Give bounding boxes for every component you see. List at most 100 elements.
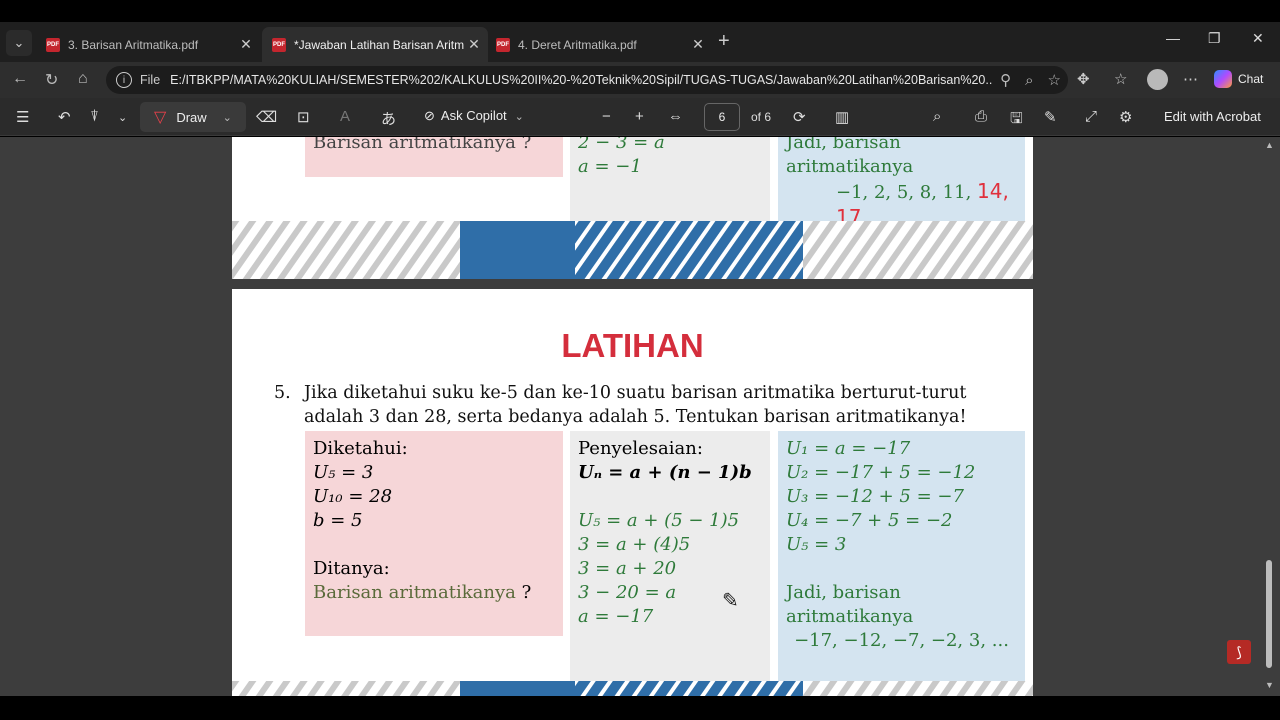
chevron-down-icon[interactable]: ⌄ (223, 111, 232, 124)
prev-solution-line: 2 − 3 = a (578, 137, 665, 153)
question-number: 5. (274, 383, 291, 403)
formula: Uₙ = a + (n − 1)b (578, 462, 752, 483)
minimize-icon[interactable]: — (1166, 30, 1180, 46)
ask-copilot-button[interactable]: ⊘ Ask Copilot ⌄ (424, 108, 524, 124)
sequence-answer: −17, −12, −7, −2, 3, ... (794, 630, 1009, 651)
translate-icon[interactable]: あ (381, 108, 396, 129)
page-view-icon[interactable]: ▥ (835, 108, 849, 126)
back-icon[interactable]: ← (12, 70, 28, 88)
decorative-stripe-band (232, 681, 1033, 696)
undo-icon[interactable]: ↶ (58, 108, 71, 126)
home-icon[interactable]: ⌂ (78, 70, 88, 88)
scrollbar-thumb[interactable] (1266, 560, 1272, 668)
profile-avatar[interactable] (1147, 69, 1168, 90)
asked-mark: ? (521, 582, 532, 603)
result-line: U₂ = −17 + 5 = −12 (786, 462, 976, 483)
prev-result-box: Jadi, barisan aritmatikanya −1, 2, 5, 8,… (778, 137, 1025, 229)
copilot-icon (1214, 70, 1232, 88)
print-icon[interactable]: ⎙ (975, 108, 987, 125)
tab-deret-aritmatika[interactable]: PDF 4. Deret Aritmatika.pdf ✕ (486, 27, 712, 62)
tab-barisan-aritmatika[interactable]: PDF 3. Barisan Aritmatika.pdf ✕ (36, 27, 260, 62)
file-scheme-label: File (140, 73, 161, 87)
favorites-icon[interactable]: ☆ (1114, 70, 1127, 88)
window-close-icon[interactable]: ✕ (1252, 30, 1264, 47)
read-aloud-icon[interactable]: ⚲ (1000, 71, 1011, 89)
known-line: b = 5 (313, 510, 363, 531)
zoom-icon[interactable]: ⌕ (1025, 72, 1033, 89)
conclusion: Jadi, barisan aritmatikanya (786, 582, 914, 627)
solution-line: 3 = a + (4)5 (578, 534, 691, 555)
question-text: Jika diketahui suku ke-5 dan ke-10 suatu… (304, 383, 967, 427)
close-icon[interactable]: ✕ (236, 36, 256, 53)
prev-sequence: −1, 2, 5, 8, 11, (836, 182, 972, 203)
settings-gear-icon[interactable]: ⚙ (1119, 108, 1132, 126)
zoom-out-icon[interactable]: − (602, 108, 611, 125)
prev-conclusion: Jadi, barisan aritmatikanya (786, 137, 914, 177)
chat-label: Chat (1238, 72, 1264, 86)
asked-text: Barisan aritmatikanya (313, 582, 516, 603)
zoom-in-icon[interactable]: + (635, 108, 644, 125)
tab-jawaban-latihan[interactable]: PDF *Jawaban Latihan Barisan Aritmatik ✕ (262, 27, 488, 62)
save-as-icon[interactable]: ✎ (1044, 108, 1057, 126)
extensions-icon[interactable]: ✥ (1077, 70, 1090, 88)
draw-button[interactable]: ▽ Draw ⌄ (140, 102, 246, 132)
pdf-icon: PDF (46, 37, 60, 52)
pdf-page-current: LATIHAN 5. Jika diketahui suku ke-5 dan … (232, 289, 1033, 696)
tab-actions-menu-icon[interactable]: ⌄ (6, 30, 32, 56)
pen-icon: ▽ (154, 109, 167, 126)
known-line: U₅ = 3 (313, 462, 374, 483)
more-menu-icon[interactable]: ⋯ (1183, 70, 1198, 88)
restore-icon[interactable]: ❐ (1208, 30, 1221, 47)
address-bar-row: ← ↻ ⌂ i File E:/ITBKPP/MATA%20KULIAH/SEM… (0, 62, 1280, 98)
pdf-icon: PDF (496, 37, 510, 52)
page-title: LATIHAN (561, 327, 704, 364)
search-icon[interactable]: ⌕ (933, 108, 941, 125)
tab-label: 4. Deret Aritmatika.pdf (518, 37, 637, 52)
copilot-chat-button[interactable]: Chat (1214, 70, 1263, 88)
contents-list-icon[interactable]: ☰ (16, 108, 29, 126)
rotate-icon[interactable]: ⟳ (793, 108, 806, 126)
question: 5. Jika diketahui suku ke-5 dan ke-10 su… (274, 381, 1014, 429)
page-total-label: of 6 (751, 110, 772, 124)
pdf-viewer[interactable]: Barisan aritmatikanya ? 2 − 3 = a a = −1… (0, 137, 1280, 696)
prev-solution-line: a = −1 (578, 156, 642, 177)
prev-solution-box: 2 − 3 = a a = −1 (570, 137, 770, 222)
tab-label: *Jawaban Latihan Barisan Aritmatik (294, 37, 464, 52)
ask-copilot-label: Ask Copilot (440, 108, 507, 123)
close-icon[interactable]: ✕ (688, 36, 708, 53)
known-box: Diketahui: U₅ = 3 U₁₀ = 28 b = 5 Ditanya… (305, 431, 563, 636)
pdf-icon: PDF (272, 37, 286, 52)
new-tab-plus-icon[interactable]: + (718, 30, 730, 53)
scroll-up-arrow-icon[interactable]: ▲ (1265, 140, 1274, 150)
save-icon[interactable]: 🖫 (1010, 108, 1023, 133)
result-line: U₁ = a = −17 (786, 438, 911, 459)
scroll-down-arrow-icon[interactable]: ▼ (1265, 680, 1274, 690)
acrobat-icon[interactable]: ⟆ (1227, 640, 1251, 664)
page-number-input[interactable]: 6 (704, 103, 740, 131)
known-label: Diketahui: (313, 438, 408, 459)
result-line: U₃ = −12 + 5 = −7 (786, 486, 964, 507)
result-box: U₁ = a = −17 U₂ = −17 + 5 = −12 U₃ = −12… (778, 431, 1025, 686)
pdf-page-previous: Barisan aritmatikanya ? 2 − 3 = a a = −1… (232, 137, 1033, 279)
eraser-icon[interactable]: ⌫ (256, 108, 277, 126)
asked-label: Ditanya: (313, 558, 390, 579)
chevron-down-icon: ⌄ (514, 111, 524, 123)
text-style-icon: A (340, 108, 351, 125)
top-black-bar (0, 0, 1280, 22)
fullscreen-icon[interactable]: ⤢ (1085, 108, 1097, 125)
edit-with-acrobat-button[interactable]: Edit with Acrobat (1164, 109, 1261, 124)
pdf-toolbar: ☰ ↶ ⍒ ⌄ ▽ Draw ⌄ ⌫ ⊡ A あ ⊘ Ask Copilot ⌄ −… (0, 98, 1280, 136)
pencil-cursor-icon: ✎ (722, 590, 739, 612)
url-field[interactable]: i File E:/ITBKPP/MATA%20KULIAH/SEMESTER%… (106, 66, 1068, 94)
favorite-star-icon[interactable]: ☆ (1048, 71, 1061, 89)
url-text[interactable]: E:/ITBKPP/MATA%20KULIAH/SEMESTER%202/KAL… (170, 73, 993, 87)
highlight-dropdown-icon[interactable]: ⌄ (118, 111, 127, 124)
refresh-icon[interactable]: ↻ (45, 70, 58, 90)
copilot-outline-icon: ⊘ (424, 108, 435, 123)
text-box-icon[interactable]: ⊡ (297, 108, 310, 126)
info-icon[interactable]: i (116, 72, 132, 88)
fit-width-icon[interactable]: ⇔ (668, 108, 683, 125)
highlight-icon[interactable]: ⍒ (90, 108, 99, 125)
close-icon[interactable]: ✕ (464, 36, 484, 53)
result-line: U₄ = −7 + 5 = −2 (786, 510, 953, 531)
